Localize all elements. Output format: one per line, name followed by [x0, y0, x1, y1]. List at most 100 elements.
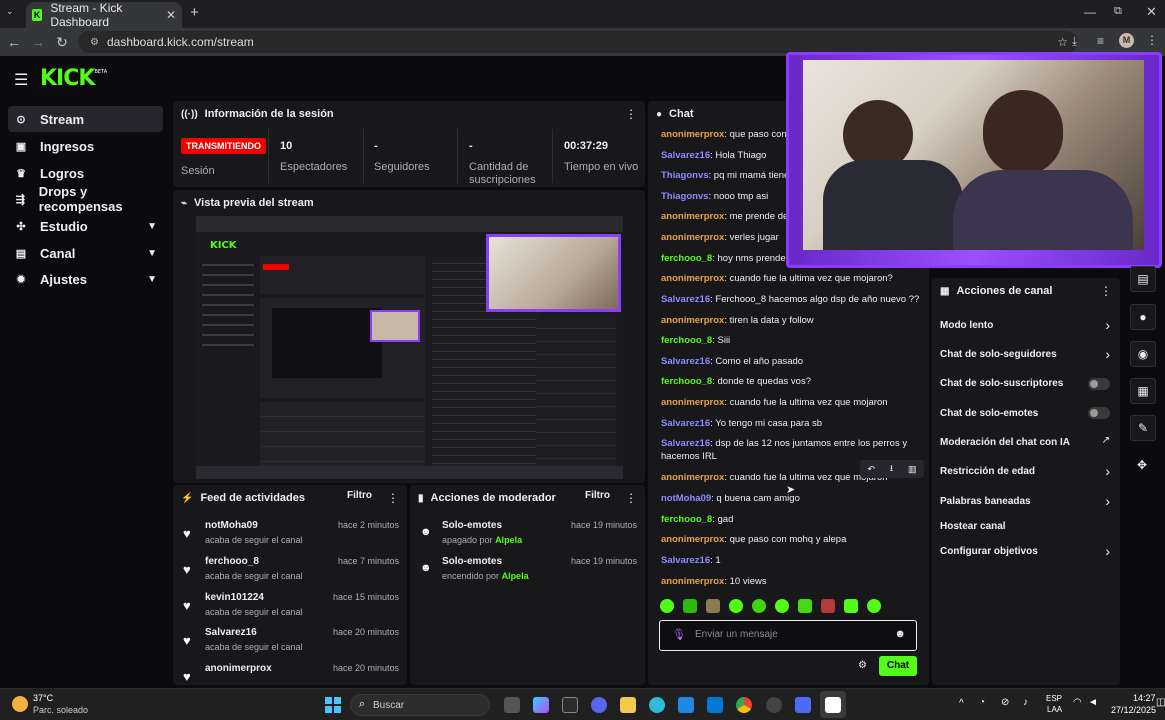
- epic-games-icon[interactable]: [562, 697, 578, 713]
- url-field[interactable]: ⚙ dashboard.kick.com/stream ☆: [78, 31, 1078, 53]
- bookmark-star-icon[interactable]: ☆: [1057, 35, 1068, 49]
- hamburger-menu-icon[interactable]: ☰: [14, 70, 28, 90]
- chat-username[interactable]: anonimerprox: [661, 273, 724, 284]
- site-info-icon[interactable]: ⚙: [90, 37, 99, 48]
- chat-username[interactable]: Salvarez16: [661, 555, 710, 566]
- new-tab-icon[interactable]: +: [190, 4, 199, 21]
- sidebar-item-drops[interactable]: ⇶ Drops y recompensas: [8, 184, 163, 214]
- chat-settings-icon[interactable]: ⚙: [858, 660, 867, 671]
- feed-item[interactable]: ♥ notMoha09 acaba de seguir el canal hace 2…: [173, 520, 407, 556]
- sidebar-item-ajustes[interactable]: ✹ Ajustes ▼: [8, 266, 163, 292]
- action-followers-only[interactable]: Chat de solo-seguidores: [940, 349, 1120, 360]
- chat-username[interactable]: notMoha09: [661, 493, 711, 504]
- emote-icon[interactable]: [844, 599, 858, 613]
- action-age-restriction[interactable]: Restricción de edad: [940, 466, 1120, 477]
- windows-start-icon[interactable]: [325, 697, 341, 713]
- forward-icon[interactable]: →: [26, 30, 50, 54]
- action-host-channel[interactable]: Hostear canal: [940, 521, 1120, 532]
- emote-icon[interactable]: [775, 599, 789, 613]
- profile-avatar[interactable]: M: [1119, 33, 1134, 48]
- chat-username[interactable]: anonimerprox: [661, 576, 724, 587]
- chat-bubble-icon[interactable]: ●: [1130, 304, 1156, 330]
- webcam-video[interactable]: [803, 60, 1144, 250]
- emote-icon[interactable]: [798, 599, 812, 613]
- feed-item[interactable]: ♥ anonimerprox hace 20 minutos: [173, 663, 407, 685]
- roblox-icon[interactable]: [825, 697, 841, 713]
- discord-icon[interactable]: [591, 697, 607, 713]
- back-icon[interactable]: ←: [2, 30, 26, 54]
- tray-expand-icon[interactable]: ^: [959, 698, 964, 709]
- mod-filter-button[interactable]: Filtro: [585, 490, 610, 501]
- external-link-icon[interactable]: ↗: [1102, 435, 1110, 446]
- chat-message[interactable]: ferchooo_8: donde te quedas vos?: [661, 375, 921, 388]
- mod-item[interactable]: ☻ Solo-emotes apagado por Alpela hace 19 mi…: [410, 520, 645, 556]
- wifi-icon[interactable]: ◠: [1073, 697, 1082, 708]
- browser-tab[interactable]: K Stream - Kick Dashboard ✕: [26, 1, 182, 29]
- notification-icon[interactable]: ◫: [1156, 697, 1165, 708]
- chevron-right-icon[interactable]: ›: [1105, 543, 1110, 559]
- send-chat-button[interactable]: Chat: [879, 656, 917, 676]
- channel-actions-menu-icon[interactable]: ⋮: [1100, 284, 1112, 298]
- chat-username[interactable]: ferchooo_8: [661, 335, 712, 346]
- weather-icon[interactable]: [12, 696, 28, 712]
- action-banned-words[interactable]: Palabras baneadas: [940, 496, 1120, 507]
- chat-username[interactable]: anonimerprox: [661, 397, 724, 408]
- close-tab-icon[interactable]: ✕: [166, 8, 176, 22]
- clock-time[interactable]: 14:27: [1133, 693, 1156, 703]
- wrench-icon[interactable]: ✎: [1130, 415, 1156, 441]
- outlook-icon[interactable]: [707, 697, 723, 713]
- layout-icon[interactable]: ▦: [1130, 378, 1156, 404]
- tab-search-icon[interactable]: ⌄: [6, 6, 14, 17]
- chat-message[interactable]: ferchooo_8: gad: [661, 513, 921, 526]
- chat-username[interactable]: Thiagonvs: [661, 170, 709, 181]
- mod-item[interactable]: ☻ Solo-emotes encendido por Alpela hace 19 …: [410, 556, 645, 592]
- task-view-icon[interactable]: [504, 697, 520, 713]
- feed-item[interactable]: ♥ ferchooo_8 acaba de seguir el canal hace …: [173, 556, 407, 592]
- emote-icon[interactable]: [821, 599, 835, 613]
- chat-message[interactable]: Salvarez16: Ferchooo_8 hacemos algo dsp …: [661, 293, 921, 306]
- reply-icon[interactable]: ↶: [867, 464, 875, 475]
- action-slow-mode[interactable]: Modo lento: [940, 320, 1120, 331]
- chat-message[interactable]: anonimerprox: cuando fue la ultima vez q…: [661, 396, 921, 409]
- chat-username[interactable]: Salvarez16: [661, 418, 710, 429]
- sidebar-item-stream[interactable]: ⊙ Stream: [8, 106, 163, 132]
- chevron-right-icon[interactable]: ›: [1105, 463, 1110, 479]
- chat-username[interactable]: Salvarez16: [661, 438, 710, 449]
- kick-logo[interactable]: KICKBETA: [40, 66, 107, 91]
- taskbar-search[interactable]: ⌕ Buscar: [350, 694, 490, 716]
- chat-message[interactable]: anonimerprox: tiren la data y follow: [661, 314, 921, 327]
- chat-username[interactable]: Salvarez16: [661, 150, 710, 161]
- chat-username[interactable]: anonimerprox: [661, 534, 724, 545]
- reading-list-icon[interactable]: ≡: [1097, 34, 1104, 48]
- store-icon[interactable]: [678, 697, 694, 713]
- chat-username[interactable]: anonimerprox: [661, 315, 724, 326]
- chat-message[interactable]: Salvarez16: Como el año pasado: [661, 355, 921, 368]
- feed-filter-button[interactable]: Filtro: [347, 490, 372, 501]
- chat-username[interactable]: anonimerprox: [661, 232, 724, 243]
- copilot-icon[interactable]: [533, 697, 549, 713]
- obs-icon[interactable]: [766, 697, 782, 713]
- app-icon[interactable]: [795, 697, 811, 713]
- edge-icon[interactable]: [649, 697, 665, 713]
- restore-icon[interactable]: ⧉: [1114, 5, 1122, 18]
- chevron-right-icon[interactable]: ›: [1105, 317, 1110, 333]
- chat-username[interactable]: Salvarez16: [661, 356, 710, 367]
- chat-message[interactable]: anonimerprox: 10 views: [661, 575, 921, 588]
- feed-menu-icon[interactable]: ⋮: [387, 491, 399, 505]
- sidebar-item-ingresos[interactable]: ▣ Ingresos: [8, 133, 163, 159]
- add-widget-icon[interactable]: ✥: [1137, 458, 1147, 472]
- pin-icon[interactable]: ⭳: [890, 461, 893, 477]
- mod-menu-icon[interactable]: ⋮: [625, 491, 637, 505]
- microphone-icon[interactable]: 🎙: [672, 628, 686, 641]
- chrome-icon[interactable]: [736, 697, 752, 713]
- chat-username[interactable]: anonimerprox: [661, 129, 724, 140]
- chat-username[interactable]: Salvarez16: [661, 294, 710, 305]
- chat-username[interactable]: ferchooo_8: [661, 376, 712, 387]
- reload-icon[interactable]: ↻: [50, 30, 74, 54]
- chat-message[interactable]: ferchooo_8: Siii: [661, 334, 921, 347]
- stream-preview-video[interactable]: KICK: [196, 216, 623, 479]
- emote-icon[interactable]: [706, 599, 720, 613]
- chevron-right-icon[interactable]: ›: [1105, 346, 1110, 362]
- session-menu-icon[interactable]: ⋮: [625, 107, 637, 121]
- emote-icon[interactable]: [729, 599, 743, 613]
